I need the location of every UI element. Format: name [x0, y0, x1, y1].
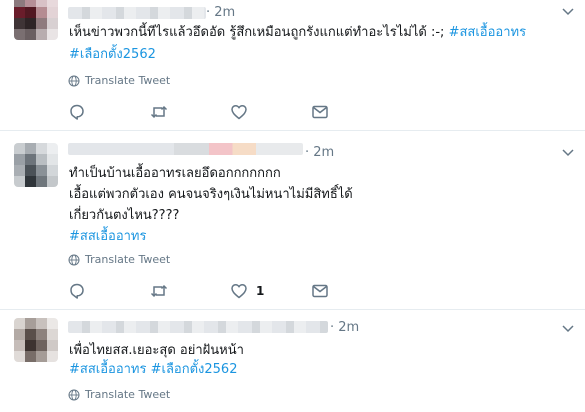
tweet-2[interactable]: · 2m ทำเป็นบ้านเอื้ออาทรเลยอึดอกกกกกกก เ…	[0, 131, 585, 309]
retweet-button[interactable]	[150, 282, 168, 300]
envelope-icon	[312, 284, 328, 298]
hashtag-link[interactable]: #เลือกตั้ง2562	[69, 47, 156, 62]
display-name-redacted[interactable]	[68, 143, 303, 155]
like-button[interactable]	[230, 103, 256, 121]
tweet-timestamp[interactable]: · 2m	[206, 5, 235, 20]
translate-tweet-label: Translate Tweet	[85, 74, 171, 87]
translate-tweet-label: Translate Tweet	[85, 388, 171, 401]
hashtag-link[interactable]: #สสเอื้ออาทร #เลือกตั้ง2562	[69, 362, 237, 377]
display-name-redacted[interactable]	[68, 7, 206, 19]
globe-icon	[68, 254, 80, 265]
translate-tweet-link[interactable]: Translate Tweet	[68, 74, 170, 87]
avatar[interactable]	[14, 143, 58, 187]
heart-icon	[231, 105, 247, 120]
chevron-down-icon[interactable]	[562, 149, 574, 157]
reply-icon	[70, 104, 84, 120]
translate-tweet-label: Translate Tweet	[85, 253, 171, 266]
hashtag-link[interactable]: #สสเอื้ออาทร	[69, 229, 146, 244]
retweet-button[interactable]	[150, 103, 168, 121]
translate-tweet-link[interactable]: Translate Tweet	[68, 253, 170, 266]
tweet-text-line: ทำเป็นบ้านเอื้ออาทรเลยอึดอกกกกกกก	[69, 165, 281, 183]
tweet-3[interactable]: · 2m เพื่อไทยสส.เยอะสุด อย่าฝันหน้า #สสเ…	[0, 310, 585, 412]
avatar[interactable]	[14, 0, 58, 40]
tweet-timestamp[interactable]: · 2m	[305, 145, 334, 160]
direct-message-button[interactable]	[311, 282, 329, 300]
hashtag-link[interactable]: #สสเอื้ออาทร	[449, 25, 526, 40]
display-name-redacted[interactable]	[68, 321, 328, 333]
envelope-icon	[312, 105, 328, 119]
chevron-down-icon[interactable]	[562, 8, 574, 16]
tweet-text-line: เอื้อแต่พวกตัวเอง คนจนจริงๆเงินไม่หนาไม่…	[69, 186, 353, 204]
like-count: 1	[256, 284, 265, 298]
heart-icon	[231, 284, 247, 299]
tweet-text-line: #เลือกตั้ง2562	[69, 46, 156, 64]
tweet-text: ทำเป็นบ้านเอื้ออาทรเลยอึดอกกกกกกก	[69, 166, 281, 181]
translate-tweet-link[interactable]: Translate Tweet	[68, 388, 170, 401]
tweet-timestamp[interactable]: · 2m	[330, 320, 359, 335]
tweet-1[interactable]: · 2m เห็นข่าวพวกนี้ทีไรแล้วอึดอัด รู้สึก…	[0, 0, 585, 130]
tweet-text-line: เห็นข่าวพวกนี้ทีไรแล้วอึดอัด รู้สึกเหมือ…	[69, 24, 526, 42]
globe-icon	[68, 75, 80, 86]
reply-icon	[70, 283, 84, 299]
reply-button[interactable]	[68, 103, 86, 121]
tweet-text-line: #สสเอื้ออาทร	[69, 228, 146, 246]
like-button[interactable]: 1	[230, 282, 264, 300]
globe-icon	[68, 389, 80, 400]
chevron-down-icon[interactable]	[562, 325, 574, 333]
tweet-text-line: เกี่ยวกันตงไหน????	[69, 207, 179, 225]
tweet-text: เห็นข่าวพวกนี้ทีไรแล้วอึดอัด รู้สึกเหมือ…	[69, 25, 449, 40]
reply-button[interactable]	[68, 282, 86, 300]
tweet-text-line: #สสเอื้ออาทร #เลือกตั้ง2562	[69, 361, 237, 379]
tweet-text: เอื้อแต่พวกตัวเอง คนจนจริงๆเงินไม่หนาไม่…	[69, 187, 353, 202]
tweet-text-line: เพื่อไทยสส.เยอะสุด อย่าฝันหน้า	[69, 342, 244, 360]
retweet-icon	[150, 105, 168, 119]
avatar[interactable]	[14, 318, 58, 362]
direct-message-button[interactable]	[311, 103, 329, 121]
retweet-icon	[150, 284, 168, 298]
tweet-text: เพื่อไทยสส.เยอะสุด อย่าฝันหน้า	[69, 343, 244, 358]
tweet-text: เกี่ยวกันตงไหน????	[69, 208, 180, 223]
